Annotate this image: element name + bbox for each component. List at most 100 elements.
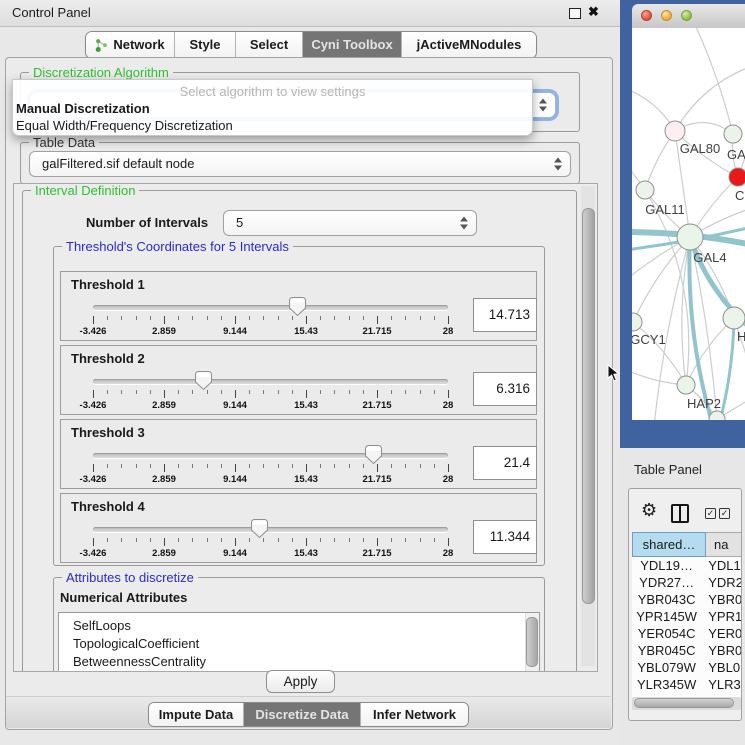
tick-mark: [121, 316, 122, 320]
tick-mark: [150, 390, 151, 394]
tick-mark: [192, 538, 193, 542]
slider-thumb[interactable]: [288, 296, 307, 317]
number-of-intervals-combobox[interactable]: 5: [223, 210, 477, 236]
tick-label: 28: [443, 548, 454, 559]
network-node-gal4[interactable]: [677, 224, 703, 250]
threshold-value-field[interactable]: 14.713: [473, 298, 537, 332]
tick-mark: [263, 390, 264, 394]
tick-mark: [249, 316, 250, 320]
table-row[interactable]: YBR043CYBR0: [632, 591, 741, 608]
checkbox-checked-icon[interactable]: ✓: [719, 508, 730, 519]
network-node-gal80[interactable]: [665, 121, 685, 141]
network-canvas[interactable]: GAL80GACGAL11GAL4GCY1HHAP2: [632, 28, 745, 420]
cell-shared-name: YBL079W: [632, 659, 701, 676]
threshold-value-field[interactable]: 21.4: [473, 446, 537, 480]
gear-icon[interactable]: ⚙: [641, 501, 657, 519]
minimize-traffic-light-icon[interactable]: [661, 10, 672, 21]
close-traffic-light-icon[interactable]: [641, 10, 652, 21]
tick-mark: [306, 316, 307, 324]
column-layout-icon[interactable]: [671, 504, 689, 523]
tab-cyni-toolbox[interactable]: Cyni Toolbox: [302, 32, 401, 58]
table-data-combobox[interactable]: galFiltered.sif default node: [29, 151, 571, 177]
tick-mark: [306, 464, 307, 472]
table-hscrollbar-track[interactable]: [632, 697, 741, 710]
dropdown-option-equal-width-frequency[interactable]: Equal Width/Frequency Discretization: [13, 117, 532, 134]
cell-name: YLR3: [701, 676, 741, 693]
network-edge[interactable]: [675, 66, 745, 131]
cell-name: YPR1: [701, 608, 741, 625]
discretization-algorithm-group-title: Discretization Algorithm: [29, 65, 173, 80]
number-of-intervals-label: Number of Intervals: [86, 215, 208, 230]
tick-label: -3.426: [80, 326, 107, 337]
table-row[interactable]: YBL079WYBL0: [632, 659, 741, 676]
table-hscrollbar-thumb[interactable]: [634, 698, 734, 708]
slider-thumb[interactable]: [364, 444, 383, 465]
bottom-tab-infer-network[interactable]: Infer Network: [360, 703, 468, 726]
tick-mark: [164, 538, 165, 546]
slider-track[interactable]: [93, 453, 448, 458]
network-node-c[interactable]: [729, 168, 745, 186]
attribute-list-item[interactable]: BetweennessCentrality: [59, 653, 539, 671]
cell-name: YBL0: [701, 659, 741, 676]
table-rows: YDL19…YDL1YDR27…YDR2YBR043CYBR0YPR145WYP…: [632, 557, 741, 703]
table-row[interactable]: YBR045CYBR0: [632, 642, 741, 659]
settings-scrollbar-track[interactable]: [581, 186, 595, 666]
table-header-shared-name[interactable]: shared…: [632, 532, 706, 557]
tab-label: Cyni Toolbox: [311, 33, 392, 57]
slider-track[interactable]: [93, 379, 448, 384]
attribute-list-item[interactable]: TopologicalCoefficient: [59, 635, 539, 653]
list-scrollbar-thumb[interactable]: [526, 617, 538, 667]
network-node-gal11[interactable]: [636, 181, 654, 199]
slider-thumb[interactable]: [250, 518, 269, 539]
tab-network[interactable]: Network: [86, 32, 174, 58]
bottom-tab-label: Impute Data: [159, 704, 233, 725]
tick-mark: [363, 316, 364, 320]
network-node-ga[interactable]: [724, 125, 742, 143]
tick-mark: [263, 464, 264, 468]
settings-scrollbar-thumb[interactable]: [582, 208, 595, 604]
mouse-cursor: [607, 364, 620, 383]
checkbox-checked-icon[interactable]: ✓: [705, 508, 716, 519]
dropdown-option-manual-discretization[interactable]: Manual Discretization: [13, 100, 532, 117]
dropdown-placeholder-item[interactable]: Select algorithm to view settings: [13, 83, 532, 100]
tick-mark: [320, 464, 321, 468]
bottom-tab-impute-data[interactable]: Impute Data: [149, 703, 243, 726]
slider-track[interactable]: [93, 527, 448, 532]
tick-mark: [349, 538, 350, 542]
tick-label: 2.859: [152, 400, 176, 411]
tab-select[interactable]: Select: [235, 32, 302, 58]
threshold-value-field[interactable]: 6.316: [473, 372, 537, 406]
close-icon[interactable]: ✖: [588, 4, 599, 20]
list-scrollbar-track[interactable]: [525, 613, 539, 672]
table-row[interactable]: YDR27…YDR2: [632, 574, 741, 591]
tab-style[interactable]: Style: [174, 32, 235, 58]
network-node-hap2[interactable]: [677, 376, 695, 394]
numerical-attributes-list[interactable]: SelfLoopsTopologicalCoefficientBetweenne…: [58, 612, 540, 672]
table-row[interactable]: YDL19…YDL1: [632, 557, 741, 574]
threshold-row: Threshold 3-3.4262.8599.14415.4321.71528…: [60, 419, 537, 489]
network-node-h[interactable]: [723, 307, 745, 329]
threshold-value-field[interactable]: 11.344: [473, 520, 537, 554]
tick-mark: [249, 390, 250, 394]
attribute-list-item[interactable]: SelfLoops: [59, 617, 539, 635]
bottom-tab-discretize-data[interactable]: Discretize Data: [243, 703, 360, 726]
table-header-name[interactable]: na: [706, 532, 741, 557]
table-row[interactable]: YER054CYER0: [632, 625, 741, 642]
tick-mark: [121, 464, 122, 468]
table-row[interactable]: YLR345WYLR3: [632, 676, 741, 693]
table-row[interactable]: YPR145WYPR1: [632, 608, 741, 625]
apply-button[interactable]: Apply: [266, 670, 335, 693]
network-edge[interactable]: [692, 28, 733, 134]
attributes-group-title: Attributes to discretize: [62, 570, 198, 585]
network-node-label: GA: [727, 147, 745, 162]
tick-mark: [178, 538, 179, 542]
network-icon: [95, 38, 108, 53]
tick-mark: [107, 316, 108, 320]
tick-label: 28: [443, 400, 454, 411]
slider-track[interactable]: [93, 305, 448, 310]
slider-thumb[interactable]: [194, 370, 213, 391]
float-window-icon[interactable]: [569, 8, 581, 19]
tab-jactivemnodules[interactable]: jActiveMNodules: [401, 32, 536, 58]
zoom-traffic-light-icon[interactable]: [681, 10, 692, 21]
cell-name: YDL1: [701, 557, 741, 574]
